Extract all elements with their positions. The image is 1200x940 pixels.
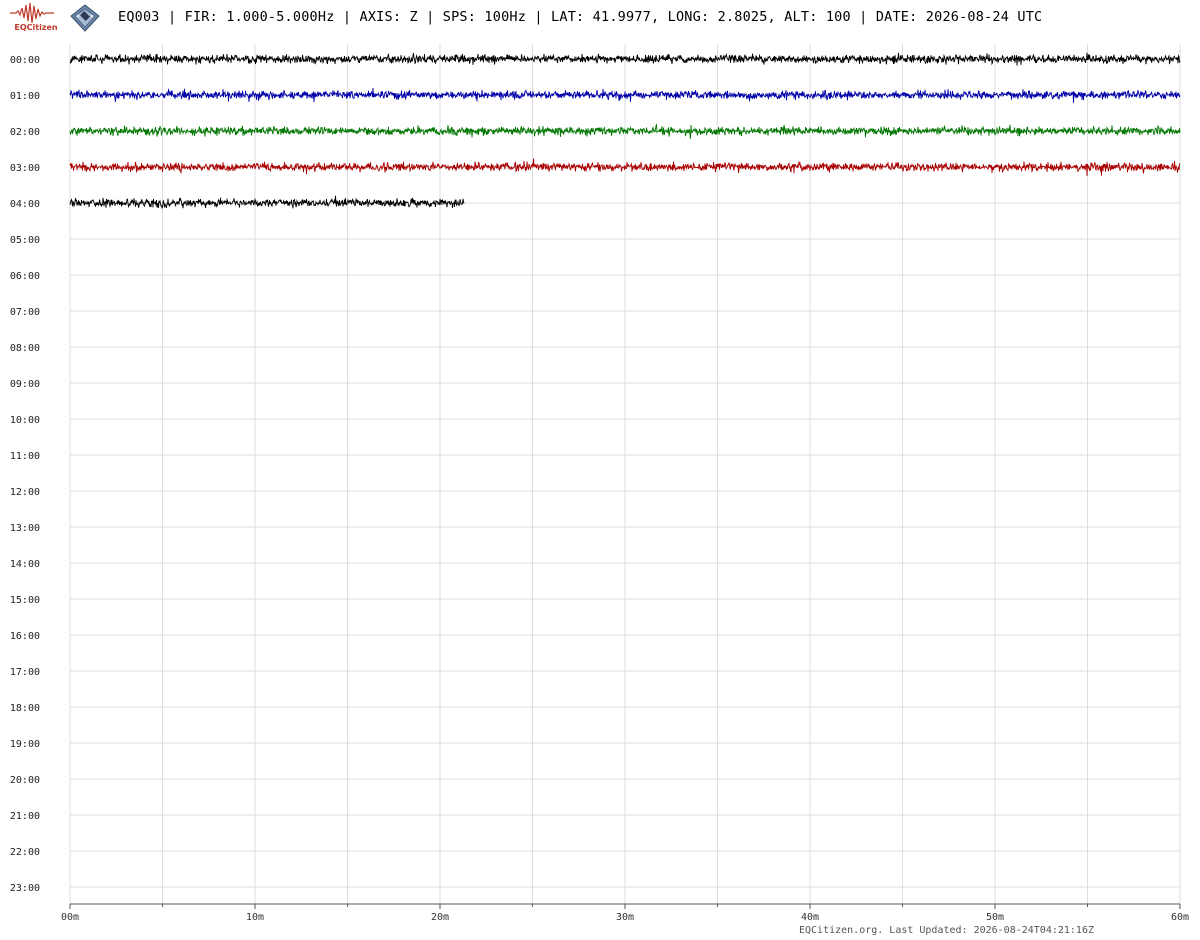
y-tick-label: 17:00 [10, 667, 40, 678]
y-tick-label: 12:00 [10, 487, 40, 498]
x-tick-label: 60m [1171, 912, 1189, 923]
y-tick-label: 01:00 [10, 91, 40, 102]
y-tick-label: 07:00 [10, 307, 40, 318]
y-tick-label: 08:00 [10, 343, 40, 354]
y-tick-label: 15:00 [10, 595, 40, 606]
trace-0400 [69, 195, 465, 210]
y-tick-label: 16:00 [10, 631, 40, 642]
y-tick-label: 13:00 [10, 523, 40, 534]
y-tick-label: 22:00 [10, 847, 40, 858]
y-tick-label: 04:00 [10, 199, 40, 210]
x-tick-label: 00m [61, 912, 79, 923]
y-tick-label: 23:00 [10, 883, 40, 894]
y-tick-label: 09:00 [10, 379, 40, 390]
helicorder-chart: 00:00 01:00 02:00 03:00 04:00 05:00 06:00 07:00… [10, 44, 1189, 923]
y-tick-label: 11:00 [10, 451, 40, 462]
y-tick-label: 20:00 [10, 775, 40, 786]
x-tick-label: 40m [801, 912, 819, 923]
y-tick-label: 06:00 [10, 271, 40, 282]
y-tick-label: 14:00 [10, 559, 40, 570]
y-tick-label: 10:00 [10, 415, 40, 426]
last-updated-note: EQCitizen.org. Last Updated: 2026-08-24T… [798, 925, 1094, 936]
x-tick-label: 30m [616, 912, 634, 923]
y-tick-label: 18:00 [10, 703, 40, 714]
y-tick-label: 00:00 [10, 55, 40, 66]
y-tick-label: 02:00 [10, 127, 40, 138]
x-tick-label: 10m [246, 912, 264, 923]
y-tick-label: 05:00 [10, 235, 40, 246]
x-tick-label: 50m [986, 912, 1004, 923]
x-tick-label: 20m [431, 912, 449, 923]
y-tick-label: 19:00 [10, 739, 40, 750]
y-tick-label: 03:00 [10, 163, 40, 174]
y-tick-label: 21:00 [10, 811, 40, 822]
